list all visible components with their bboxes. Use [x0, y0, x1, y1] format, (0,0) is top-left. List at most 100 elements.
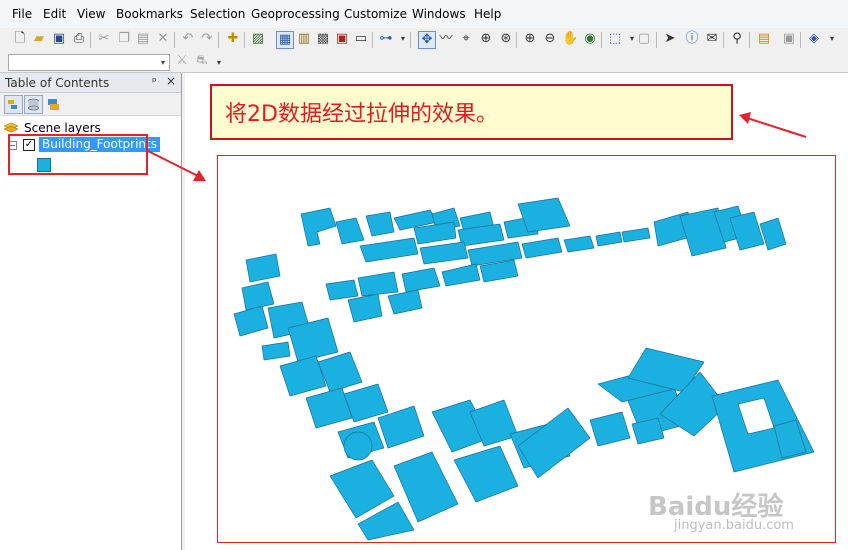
building — [453, 445, 519, 503]
building — [261, 341, 291, 361]
building — [387, 289, 423, 315]
extruded-buildings-scene[interactable] — [218, 156, 835, 542]
menu-help[interactable]: Help — [474, 7, 501, 21]
new-document-icon[interactable]: 🗋 — [12, 31, 28, 47]
watermark-url: jingyan.baidu.com — [674, 518, 794, 533]
menu-bar: File Edit View Bookmarks Selection Geopr… — [0, 0, 848, 29]
menu-edit[interactable]: Edit — [43, 7, 66, 21]
building — [517, 407, 591, 479]
building — [241, 281, 275, 311]
chevron-down-icon[interactable]: ▾ — [211, 55, 227, 71]
list-by-visibility-button[interactable] — [44, 95, 63, 114]
building — [300, 207, 337, 247]
building — [419, 241, 469, 265]
building — [441, 263, 481, 287]
toc-highlight-box — [8, 134, 148, 175]
layer-toolbar: ▾ ⚔ ⛐ ▾ — [0, 52, 848, 73]
building — [759, 217, 787, 251]
fly-icon[interactable]: 〰 — [438, 31, 454, 47]
toc-header: Table of Contents ᵖ × — [0, 73, 181, 93]
full-extent-icon[interactable]: ◉ — [582, 31, 598, 47]
toc-title: Table of Contents — [5, 76, 110, 90]
scene-properties-icon[interactable]: ▣ — [781, 31, 797, 47]
select-elements-icon[interactable]: ➤ — [662, 31, 678, 47]
building — [621, 227, 651, 243]
delete-icon[interactable]: ✕ — [155, 31, 171, 47]
pan-icon[interactable]: ✋ — [562, 31, 578, 47]
database-icon — [28, 98, 39, 111]
drawing-order-icon — [8, 100, 17, 109]
layers-visibility-icon — [48, 99, 59, 110]
time-slider-icon[interactable]: ▤ — [756, 31, 772, 47]
select-features-icon[interactable]: ⬚ — [607, 31, 623, 47]
navigate-icon[interactable]: ✥ — [418, 31, 436, 49]
callout-text: 将2D数据经过拉伸的效果。 — [225, 102, 498, 127]
catalog-icon[interactable]: ▥ — [296, 31, 312, 47]
model-builder-icon[interactable]: ▭ — [353, 31, 369, 47]
zoom-in-icon[interactable]: ⊕ — [522, 31, 538, 47]
building — [521, 237, 563, 259]
list-by-source-button[interactable] — [24, 95, 43, 114]
print-icon[interactable]: ⎙ — [71, 31, 87, 47]
scene-view[interactable]: 将2D数据经过拉伸的效果。 — [185, 73, 848, 550]
snapping-icon[interactable]: ⚔ — [174, 53, 190, 69]
chevron-down-icon[interactable]: ▾ — [395, 31, 411, 47]
scene-highlight-frame — [217, 155, 836, 543]
menu-bookmarks[interactable]: Bookmarks — [116, 7, 183, 21]
building — [589, 411, 631, 447]
building — [343, 431, 373, 461]
list-by-drawing-order-button[interactable] — [4, 95, 23, 114]
pin-icon[interactable]: ᵖ — [152, 75, 157, 88]
3d-effects-icon[interactable]: ◈ — [806, 31, 822, 47]
layers-stack-icon — [4, 122, 18, 133]
building — [357, 271, 399, 297]
menu-selection[interactable]: Selection — [190, 7, 245, 21]
layer-combo-box[interactable]: ▾ — [8, 54, 170, 71]
chevron-down-icon[interactable]: ▾ — [824, 31, 840, 47]
redo-icon[interactable]: ↷ — [199, 31, 215, 47]
paste-icon[interactable]: ▤ — [135, 31, 151, 47]
data-view-icon[interactable]: ▦ — [276, 31, 294, 49]
building — [595, 231, 623, 247]
copy-icon[interactable]: ❐ — [116, 31, 132, 47]
layout-view-icon[interactable]: ▨ — [250, 31, 266, 47]
scene-layers-label: Scene layers — [24, 121, 101, 135]
sketch-icon[interactable]: ⛐ — [194, 53, 210, 69]
annotation-callout: 将2D数据经过拉伸的效果。 — [210, 84, 733, 140]
building — [563, 235, 595, 253]
undo-icon[interactable]: ↶ — [180, 31, 196, 47]
building — [359, 237, 419, 263]
building — [729, 211, 765, 251]
html-popup-icon[interactable]: ✉ — [704, 31, 720, 47]
set-observer-icon[interactable]: ⊛ — [498, 31, 514, 47]
identify-icon[interactable]: ⓘ — [684, 31, 700, 47]
building — [365, 211, 395, 237]
close-icon[interactable]: × — [166, 74, 176, 88]
building — [233, 305, 269, 337]
table-of-contents: Table of Contents ᵖ × Scene layers − ✓ B… — [0, 73, 182, 550]
save-icon[interactable]: ▣ — [51, 31, 67, 47]
add-data-icon[interactable]: ✚ — [225, 31, 241, 47]
main-toolbar: 🗋 ▰ ▣ ⎙ ✂ ❐ ▤ ✕ ↶ ↷ ✚ ▨ ▦ ▥ ▩ ▣ ▭ ⊶ ▾ ✥ … — [0, 28, 848, 52]
building — [325, 279, 359, 301]
select-graphics-icon[interactable]: ⊶ — [378, 31, 394, 47]
find-icon[interactable]: ⚲ — [729, 31, 745, 47]
open-folder-icon[interactable]: ▰ — [31, 31, 47, 47]
menu-customize[interactable]: Customize — [344, 7, 407, 21]
menu-windows[interactable]: Windows — [412, 7, 466, 21]
toolbox-icon[interactable]: ▩ — [315, 31, 331, 47]
building — [401, 267, 441, 293]
menu-file[interactable]: File — [12, 7, 32, 21]
cut-icon[interactable]: ✂ — [96, 31, 112, 47]
center-target-icon[interactable]: ⌖ — [458, 31, 474, 47]
building — [347, 293, 383, 323]
toc-toolbar — [0, 93, 181, 116]
zoom-to-target-icon[interactable]: ⊕ — [478, 31, 494, 47]
zoom-out-icon[interactable]: ⊖ — [542, 31, 558, 47]
clear-selection-icon[interactable]: ▢ — [636, 31, 652, 47]
menu-geoprocessing[interactable]: Geoprocessing — [251, 7, 340, 21]
python-window-icon[interactable]: ▣ — [334, 31, 350, 47]
menu-view[interactable]: View — [77, 7, 105, 21]
chevron-down-icon[interactable]: ▾ — [157, 55, 169, 70]
building — [245, 253, 281, 283]
